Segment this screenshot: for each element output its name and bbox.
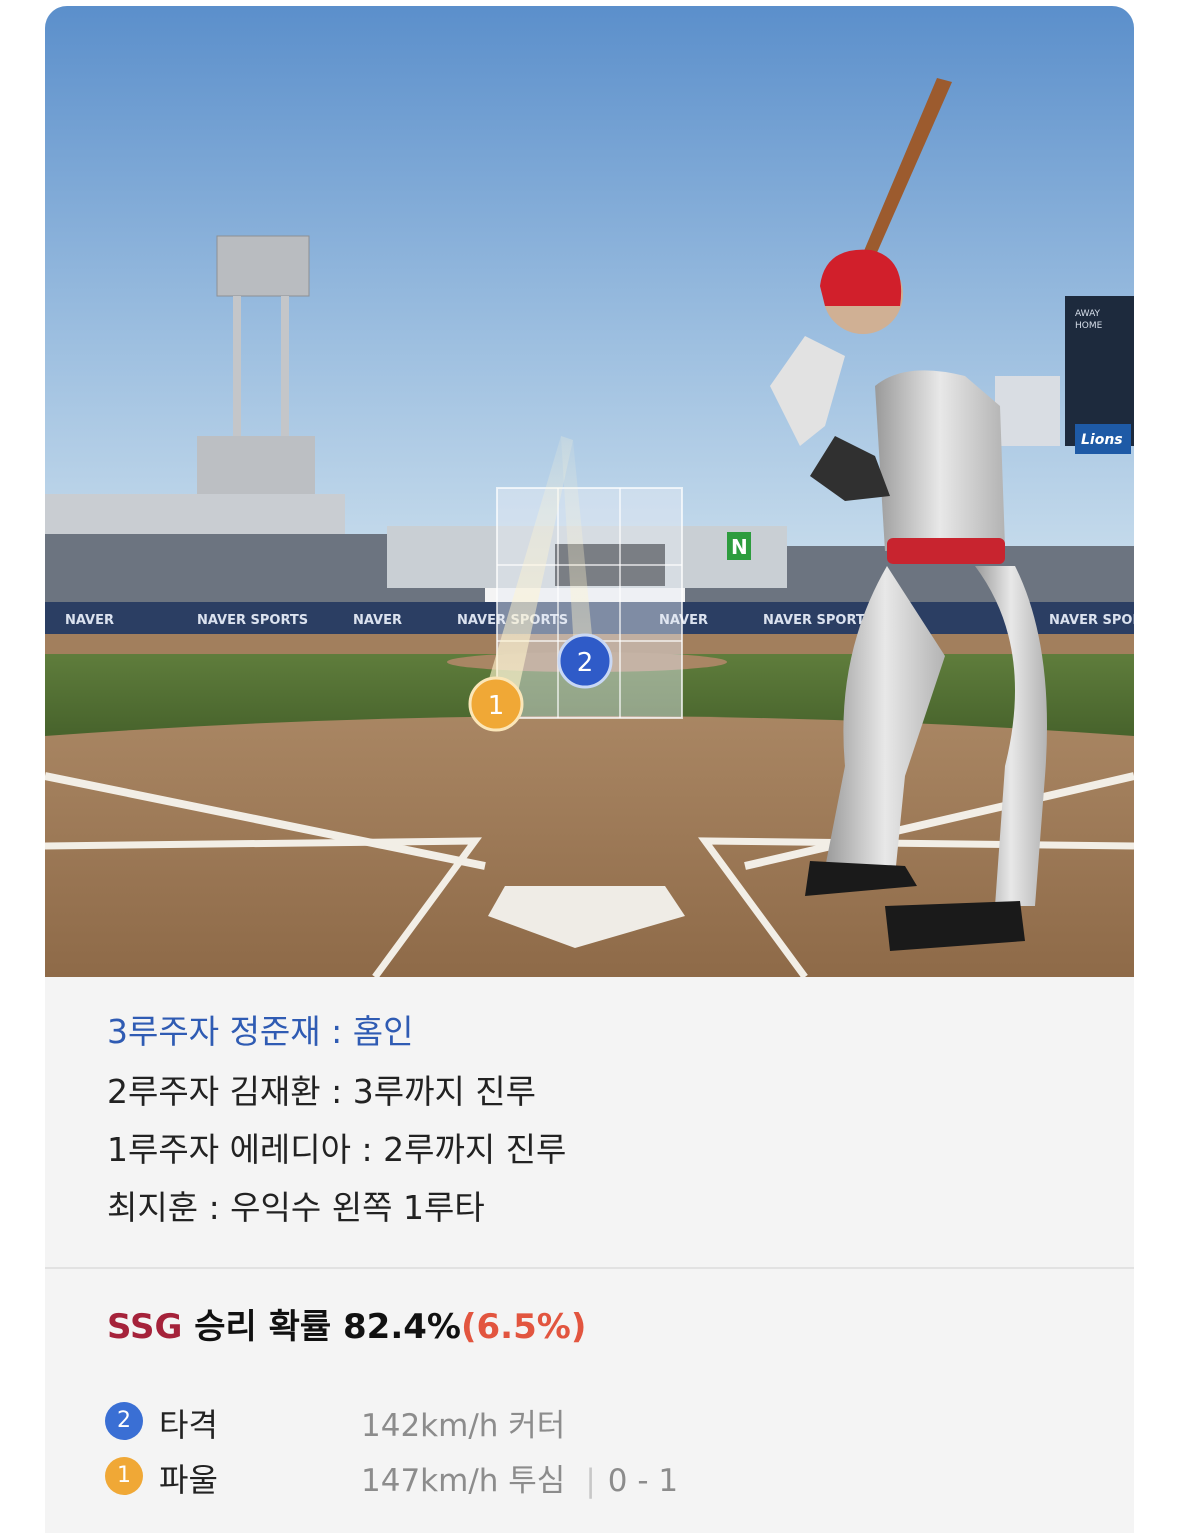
pitch-result: 파울 — [159, 1461, 218, 1499]
pitch-speed: 142km/h — [361, 1408, 499, 1444]
event-batter: 최지훈 : 우익수 왼쪽 1루타 — [107, 1188, 485, 1227]
pitch-scene-illustration: AWAY HOME Lions N NAVER NAVER SPORTS NAV… — [45, 6, 1134, 977]
play-card: AWAY HOME Lions N NAVER NAVER SPORTS NAV… — [45, 6, 1134, 1533]
pitch-result: 타격 — [159, 1406, 218, 1444]
svg-text:2: 2 — [577, 648, 594, 678]
pitch-info: 142km/h 커터 — [361, 1400, 565, 1445]
pitch-marker-1: 1 — [468, 676, 524, 732]
pitch-number-badge-orange: 1 — [105, 1457, 143, 1495]
ad-board-2: NAVER SPORTS — [197, 613, 308, 628]
win-prob-value: 82.4% — [343, 1307, 461, 1347]
naver-n-sign: N — [731, 535, 748, 559]
win-prob-label: 승리 확률 — [194, 1307, 332, 1347]
pitch-type: 커터 — [508, 1408, 566, 1444]
ad-board-6: NAVER SPORTS — [763, 613, 874, 628]
pitch-speed: 147km/h — [361, 1463, 499, 1499]
pitch-count: 0 - 1 — [607, 1463, 679, 1499]
win-prob-delta: (6.5%) — [460, 1307, 587, 1347]
scoreboard-away: AWAY — [1075, 309, 1101, 319]
ad-board-1: NAVER — [65, 613, 114, 628]
win-probability: SSG 승리 확률 82.4%(6.5%) — [107, 1299, 586, 1348]
pitch-type: 투심 — [508, 1463, 566, 1499]
scoreboard-home: HOME — [1075, 321, 1103, 331]
event-runner-second: 2루주자 김재환 : 3루까지 진루 — [107, 1072, 537, 1111]
win-prob-team: SSG — [107, 1307, 183, 1347]
ad-board-7: NAVER SPORTS — [1049, 613, 1134, 628]
play-events: 3루주자 정준재 : 홈인 2루주자 김재환 : 3루까지 진루 1루주자 에레… — [45, 977, 1134, 1267]
pitch-marker-2: 2 — [557, 633, 613, 689]
pitch-row-1: 1 파울 147km/h 투심 | 0 - 1 — [105, 1455, 1005, 1500]
svg-text:1: 1 — [488, 691, 505, 721]
pitch-number-badge-blue: 2 — [105, 1402, 143, 1440]
pitch-info: 147km/h 투심 | 0 - 1 — [361, 1455, 678, 1500]
pitch-row-2: 2 타격 142km/h 커터 — [105, 1400, 1005, 1445]
section-divider — [45, 1267, 1134, 1269]
event-runner-third: 3루주자 정준재 : 홈인 — [107, 1012, 414, 1051]
ad-board-3: NAVER — [353, 613, 402, 628]
event-runner-first: 1루주자 에레디아 : 2루까지 진루 — [107, 1130, 567, 1169]
lions-logo-text: Lions — [1081, 432, 1123, 448]
count-separator: | — [585, 1463, 596, 1499]
